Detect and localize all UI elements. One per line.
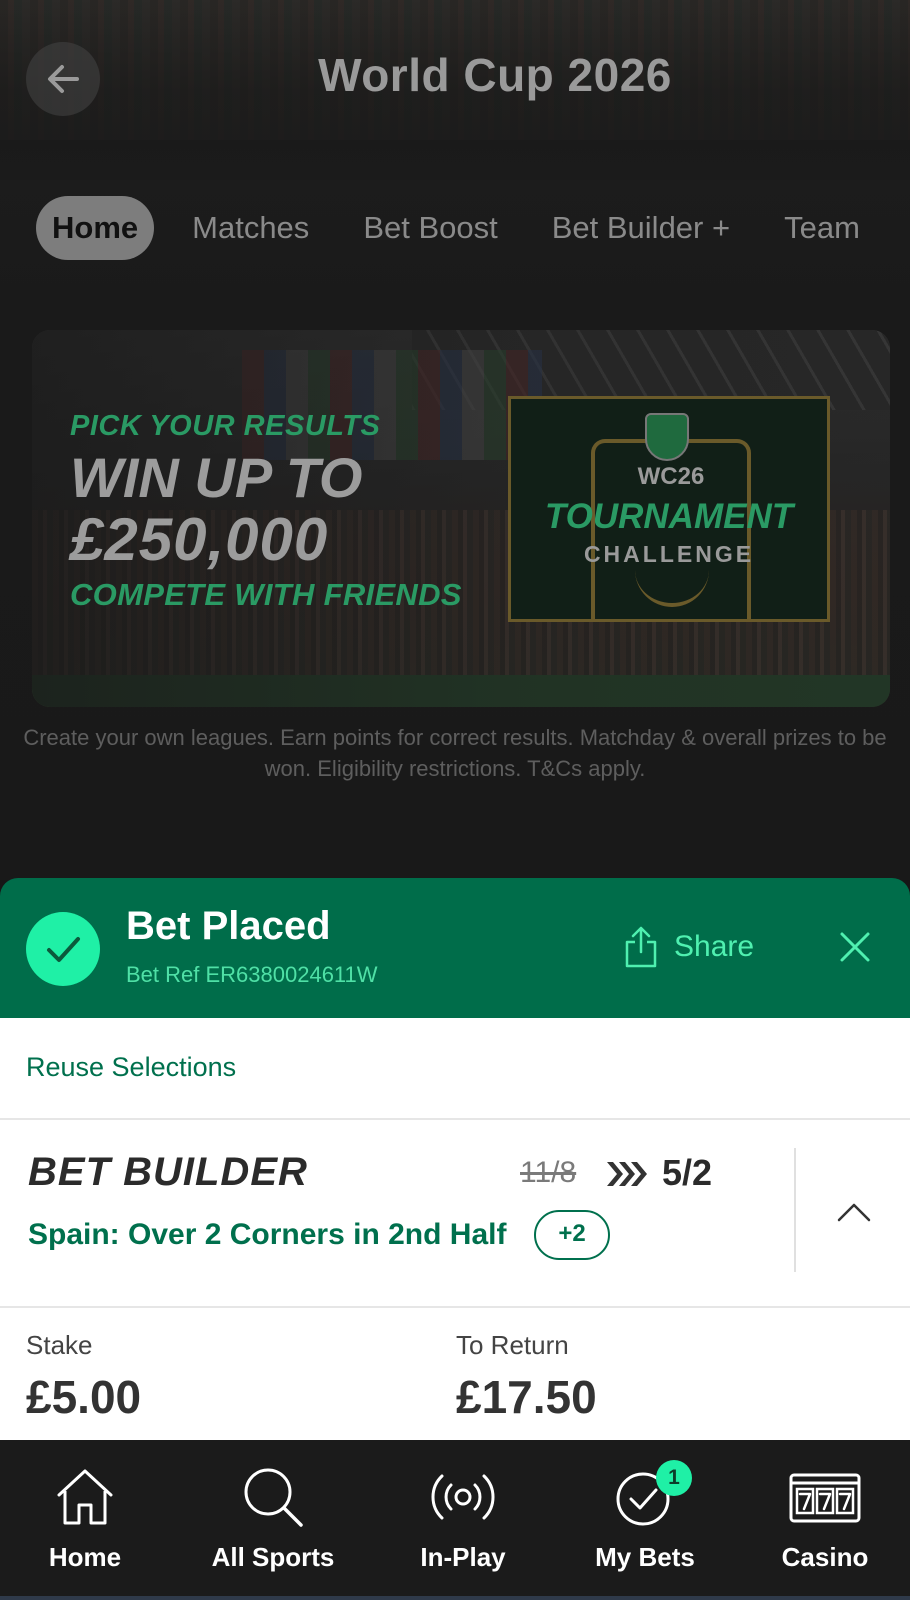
- odds-boost-icon: [607, 1162, 647, 1186]
- search-icon: [188, 1460, 358, 1534]
- live-broadcast-icon: [378, 1460, 548, 1534]
- crest-icon: [645, 413, 689, 461]
- nav-all-sports-label: All Sports: [211, 1542, 335, 1572]
- original-odds: 11/8: [520, 1156, 577, 1189]
- tab-matches[interactable]: Matches: [176, 196, 325, 260]
- bottom-navigation: Home All Sports In-Play 1 My Bets Casino: [0, 1440, 910, 1600]
- stake-label: Stake: [26, 1330, 93, 1360]
- tab-team[interactable]: Team: [768, 196, 876, 260]
- promo-line-3: £250,000: [70, 506, 329, 573]
- nav-in-play-label: In-Play: [420, 1542, 506, 1572]
- reuse-selections-link[interactable]: Reuse Selections: [26, 1052, 236, 1083]
- return-label: To Return: [456, 1330, 569, 1360]
- card-divider: [794, 1148, 796, 1272]
- nav-in-play[interactable]: In-Play: [378, 1460, 548, 1573]
- my-bets-count-badge: 1: [656, 1460, 692, 1496]
- tab-bet-boost[interactable]: Bet Boost: [347, 196, 513, 260]
- promo-line-2: WIN UP TO: [70, 446, 363, 509]
- stake-value: £5.00: [26, 1371, 142, 1423]
- share-label: Share: [674, 930, 755, 963]
- nav-casino[interactable]: Casino: [740, 1460, 910, 1573]
- banner-caption: Create your own leagues. Earn points for…: [23, 725, 887, 781]
- close-button[interactable]: [834, 926, 876, 968]
- home-icon: [0, 1460, 170, 1534]
- badge-small-text: WC26: [611, 463, 731, 491]
- tab-home[interactable]: Home: [36, 196, 155, 260]
- nav-home-label: Home: [48, 1542, 122, 1572]
- chevron-up-icon: [837, 1203, 871, 1222]
- badge-sub-text: CHALLENGE: [583, 541, 755, 567]
- world-cup-page: World Cup 2026 Home Matches Bet Boost Be…: [0, 0, 910, 1600]
- selection-text: Spain: Over 2 Corners in 2nd Half: [28, 1218, 507, 1251]
- check-circle-icon: 1: [560, 1460, 730, 1534]
- promo-line-1: PICK YOUR RESULTS: [70, 410, 381, 442]
- slot-machine-icon: [740, 1460, 910, 1534]
- nav-all-sports[interactable]: All Sports: [188, 1460, 358, 1573]
- reuse-row: Reuse Selections: [0, 1018, 910, 1118]
- nav-my-bets[interactable]: 1 My Bets: [560, 1460, 730, 1573]
- section-tabs: Home Matches Bet Boost Bet Builder + Tea…: [36, 196, 898, 260]
- tournament-challenge-banner[interactable]: PICK YOUR RESULTS WIN UP TO £250,000 COM…: [32, 330, 890, 707]
- bet-summary-card: BET BUILDER 11/8 5/2 Spain: Over 2 Corne…: [0, 1118, 910, 1308]
- nav-my-bets-label: My Bets: [595, 1542, 695, 1572]
- promo-line-4: COMPETE WITH FRIENDS: [70, 577, 462, 612]
- close-icon: [840, 932, 870, 962]
- bet-placed-title: Bet Placed: [126, 904, 331, 948]
- share-icon: [625, 926, 657, 968]
- badge-big-text: TOURNAMENT: [544, 497, 794, 536]
- stake-return-row: Stake £5.00 To Return £17.50: [0, 1308, 910, 1440]
- collapse-button[interactable]: [826, 1184, 882, 1240]
- share-button[interactable]: Share: [624, 924, 754, 970]
- bet-type-label: BET BUILDER: [28, 1150, 308, 1194]
- bet-placed-header: Bet Placed Bet Ref ER6380024611W Share: [0, 878, 910, 1018]
- boosted-odds: 5/2: [662, 1152, 713, 1193]
- return-value: £17.50: [456, 1371, 597, 1423]
- more-selections-badge[interactable]: +2: [534, 1210, 610, 1260]
- tournament-challenge-logo: WC26 TOURNAMENT CHALLENGE: [508, 396, 830, 622]
- page-title: World Cup 2026: [318, 49, 672, 101]
- bet-reference: Bet Ref ER6380024611W: [126, 962, 378, 987]
- tab-bet-builder-plus[interactable]: Bet Builder +: [536, 196, 746, 260]
- nav-casino-label: Casino: [781, 1542, 869, 1572]
- promo-text: PICK YOUR RESULTS WIN UP TO £250,000 COM…: [70, 410, 462, 613]
- success-check-icon: [26, 912, 100, 986]
- nav-home[interactable]: Home: [0, 1460, 170, 1573]
